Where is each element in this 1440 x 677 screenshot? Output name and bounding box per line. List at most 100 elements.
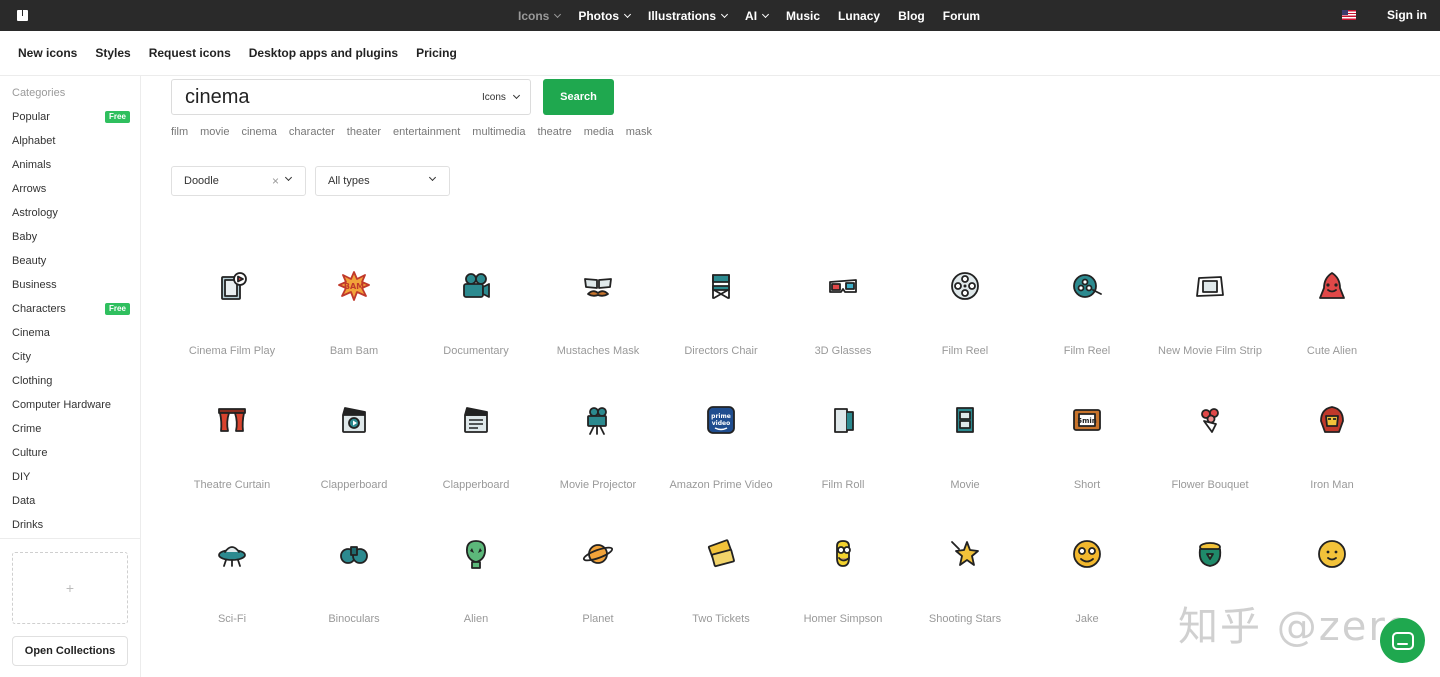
icon-label: 3D Glasses — [814, 345, 872, 357]
icon-card[interactable]: Film Reel — [1026, 228, 1148, 362]
icon-card[interactable]: Shooting Stars — [904, 496, 1026, 630]
search-button[interactable]: Search — [543, 79, 614, 115]
search-box: Icons — [171, 79, 531, 115]
category-baby[interactable]: Baby — [0, 228, 140, 252]
icon-card[interactable]: Iron Man — [1271, 362, 1393, 496]
tag-movie[interactable]: movie — [200, 126, 229, 138]
chat-button[interactable] — [1380, 618, 1425, 663]
icon-label: Movie — [950, 479, 980, 491]
icon-card[interactable]: Cinema Film Play — [171, 228, 293, 362]
film-roll-icon — [834, 408, 854, 433]
category-drinks[interactable]: Drinks — [0, 516, 140, 540]
subnav-desktop-apps-and-plugins[interactable]: Desktop apps and plugins — [249, 46, 398, 60]
icon-card[interactable]: 3D Glasses — [782, 228, 904, 362]
category-animals[interactable]: Animals — [0, 156, 140, 180]
icon-card[interactable]: Movie — [904, 362, 1026, 496]
icon-card[interactable]: Planet — [537, 496, 659, 630]
icon-card[interactable]: prime video Amazon Prime Video — [660, 362, 782, 496]
category-clothing[interactable]: Clothing — [0, 372, 140, 396]
film-play-icon — [221, 272, 247, 300]
nav-icons[interactable]: Icons — [509, 9, 569, 23]
icon-label: Short — [1073, 479, 1101, 491]
nav-ai[interactable]: AI — [736, 9, 777, 23]
icon-card[interactable]: New Movie Film Strip — [1149, 228, 1271, 362]
nav-lunacy[interactable]: Lunacy — [829, 9, 889, 23]
subnav-styles[interactable]: Styles — [95, 46, 130, 60]
nav-label: Icons — [518, 8, 550, 23]
category-business[interactable]: Business — [0, 276, 140, 300]
category-characters[interactable]: Characters Free — [0, 300, 140, 324]
sign-in-link[interactable]: Sign in — [1387, 0, 1427, 31]
nav-label: Illustrations — [648, 8, 717, 23]
icon-card[interactable]: 5min Short — [1026, 362, 1148, 496]
subnav-new-icons[interactable]: New icons — [18, 46, 77, 60]
category-diy[interactable]: DIY — [0, 468, 140, 492]
category-city[interactable]: City — [0, 348, 140, 372]
logo-icon[interactable] — [17, 10, 28, 21]
tag-theater[interactable]: theater — [347, 126, 381, 138]
icon-label: Documentary — [443, 345, 509, 357]
icon-card[interactable] — [1271, 496, 1393, 630]
tag-multimedia[interactable]: multimedia — [472, 126, 525, 138]
icon-card[interactable]: Clapperboard — [415, 362, 537, 496]
nav-music[interactable]: Music — [777, 9, 829, 23]
clear-icon[interactable]: × — [272, 174, 279, 188]
icon-card[interactable]: Homer Simpson — [782, 496, 904, 630]
icon-card[interactable]: Film Reel — [904, 228, 1026, 362]
style-filter[interactable]: Doodle × — [171, 166, 306, 196]
nav-illustrations[interactable]: Illustrations — [639, 9, 736, 23]
category-data[interactable]: Data — [0, 492, 140, 516]
category-label: Culture — [12, 447, 48, 459]
collection-dropzone[interactable]: + — [12, 552, 128, 624]
open-collections-button[interactable]: Open Collections — [12, 636, 128, 666]
tag-theatre[interactable]: theatre — [537, 126, 571, 138]
subnav-request-icons[interactable]: Request icons — [149, 46, 231, 60]
icon-card[interactable]: Directors Chair — [660, 228, 782, 362]
tag-media[interactable]: media — [584, 126, 614, 138]
icon-card[interactable]: Flower Bouquet — [1149, 362, 1271, 496]
category-beauty[interactable]: Beauty — [0, 252, 140, 276]
category-culture[interactable]: Culture — [0, 444, 140, 468]
us-flag-icon[interactable] — [1342, 10, 1356, 20]
icon-card[interactable] — [1149, 496, 1271, 630]
icon-card[interactable]: Binoculars — [293, 496, 415, 630]
search-type-select[interactable]: Icons — [482, 80, 520, 114]
nav-forum[interactable]: Forum — [934, 9, 989, 23]
tag-cinema[interactable]: cinema — [241, 126, 276, 138]
tag-character[interactable]: character — [289, 126, 335, 138]
category-astrology[interactable]: Astrology — [0, 204, 140, 228]
category-alphabet[interactable]: Alphabet — [0, 132, 140, 156]
category-arrows[interactable]: Arrows — [0, 180, 140, 204]
chevron-down-icon — [720, 10, 729, 18]
type-filter[interactable]: All types — [315, 166, 450, 196]
categories-list: Categories Popular Free Alphabet Animals Arr… — [0, 76, 140, 539]
tag-mask[interactable]: mask — [626, 126, 652, 138]
icon-card[interactable]: Film Roll — [782, 362, 904, 496]
icon-card[interactable]: Documentary — [415, 228, 537, 362]
style-filter-value: Doodle — [184, 175, 219, 187]
nav-blog[interactable]: Blog — [889, 9, 934, 23]
icon-card[interactable]: Mustaches Mask — [537, 228, 659, 362]
category-label: Popular — [12, 111, 50, 123]
tag-film[interactable]: film — [171, 126, 188, 138]
icon-label: Sci-Fi — [217, 613, 247, 625]
subnav-pricing[interactable]: Pricing — [416, 46, 457, 60]
icon-label: Film Reel — [941, 345, 989, 357]
icon-card[interactable]: Clapperboard — [293, 362, 415, 496]
category-popular[interactable]: Popular Free — [0, 108, 140, 132]
category-computer-hardware[interactable]: Computer Hardware — [0, 396, 140, 420]
icon-card[interactable]: Movie Projector — [537, 362, 659, 496]
icon-card[interactable]: Jake — [1026, 496, 1148, 630]
icon-card[interactable]: Two Tickets — [660, 496, 782, 630]
category-crime[interactable]: Crime — [0, 420, 140, 444]
search-input[interactable] — [185, 80, 465, 114]
tag-entertainment[interactable]: entertainment — [393, 126, 460, 138]
icon-card[interactable]: BAM Bam Bam — [293, 228, 415, 362]
icon-card[interactable]: Alien — [415, 496, 537, 630]
chevron-down-icon — [428, 173, 437, 182]
icon-card[interactable]: Cute Alien — [1271, 228, 1393, 362]
nav-photos[interactable]: Photos — [569, 9, 639, 23]
icon-card[interactable]: Sci-Fi — [171, 496, 293, 630]
icon-card[interactable]: Theatre Curtain — [171, 362, 293, 496]
category-cinema[interactable]: Cinema — [0, 324, 140, 348]
